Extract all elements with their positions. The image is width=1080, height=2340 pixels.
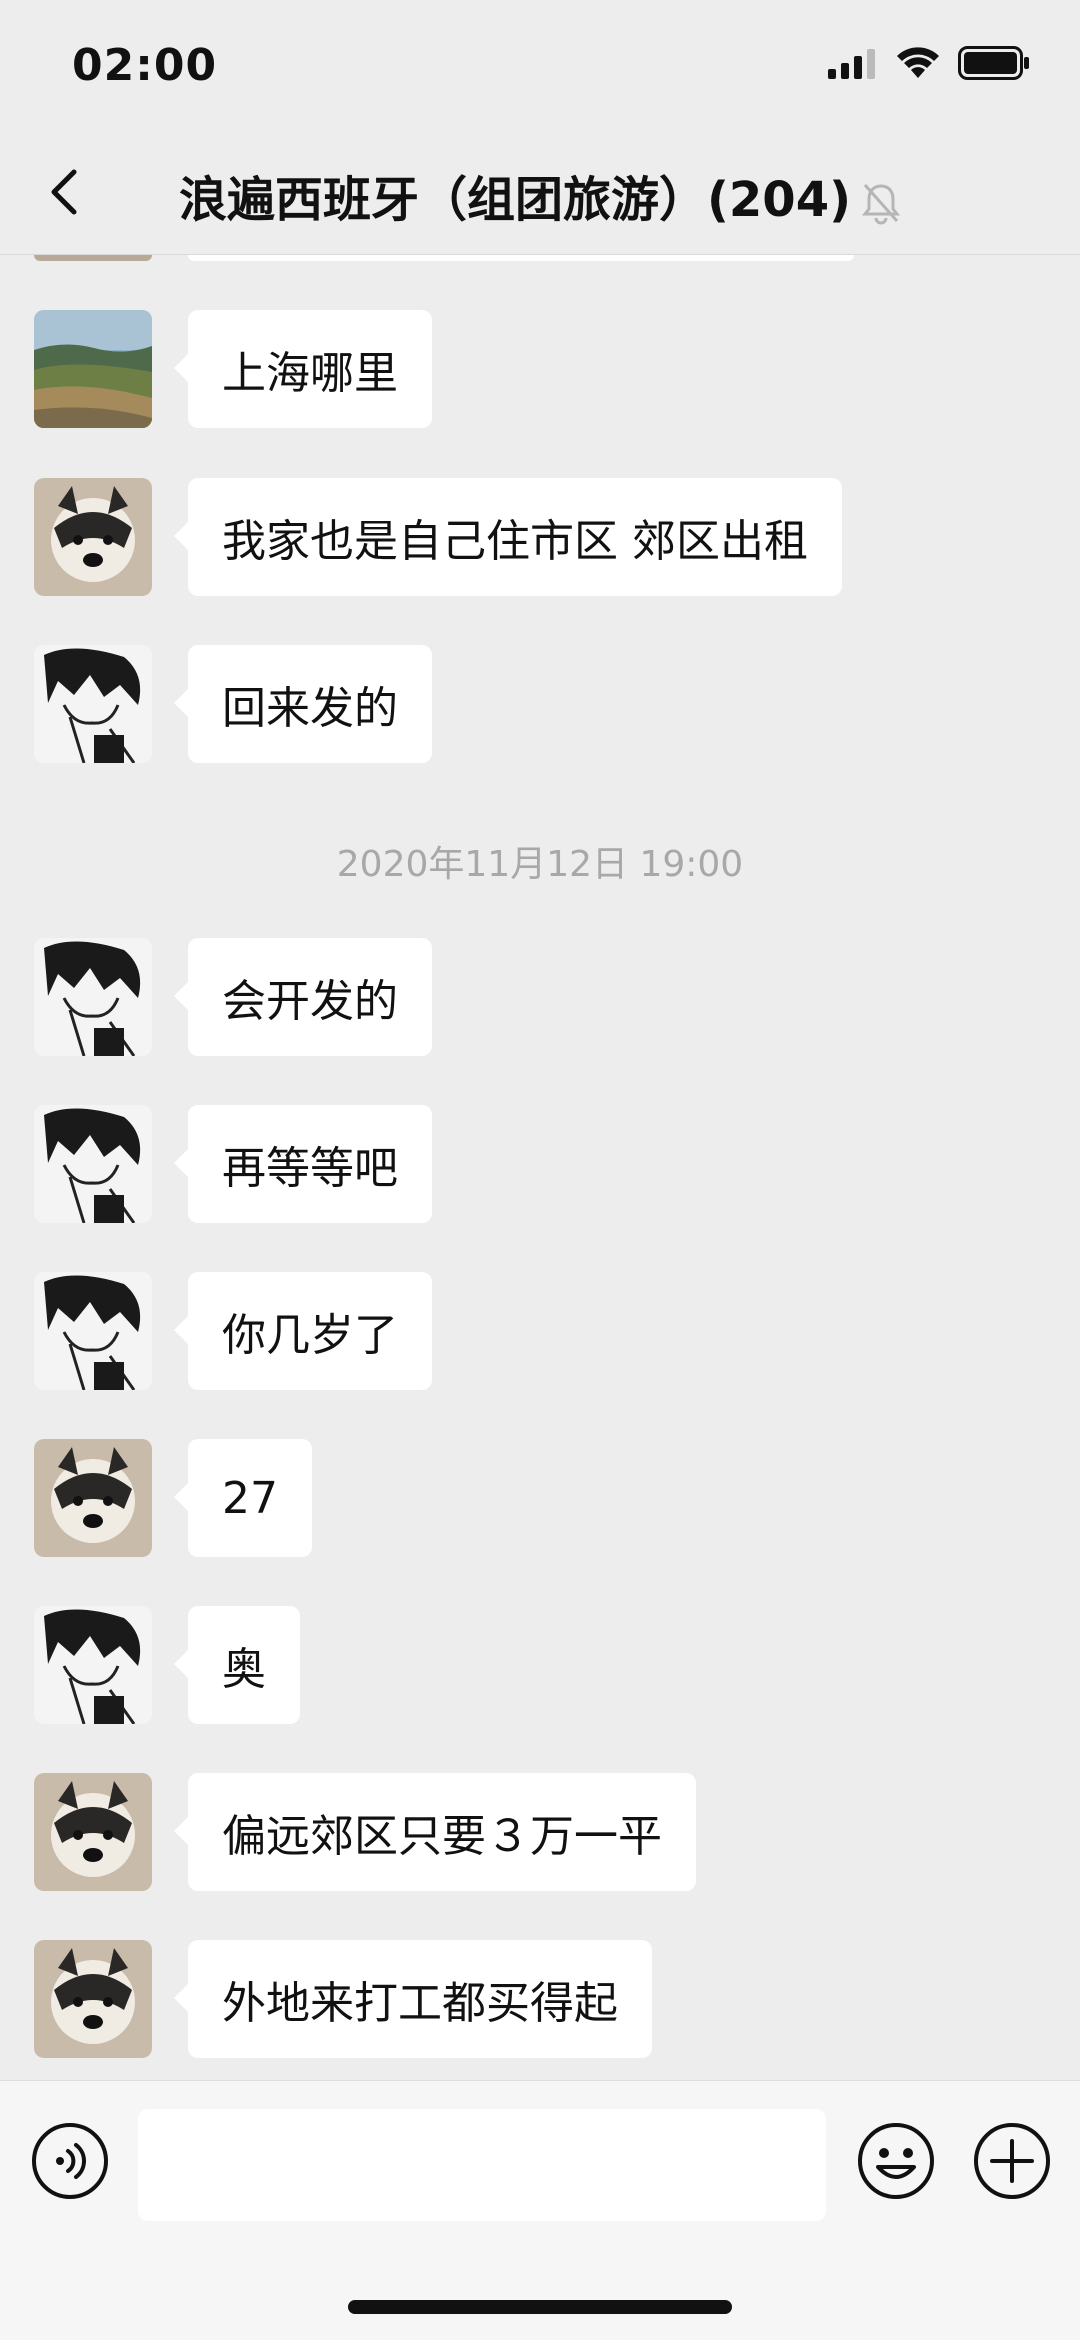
message-bubble[interactable]: 我家也是自己住市区 郊区出租 xyxy=(174,478,842,596)
message-row: 外地来打工都买得起 xyxy=(34,1940,652,2058)
message-text: 奥 xyxy=(222,1644,266,1695)
nav-bar: 浪遍西班牙（组团旅游）(204) xyxy=(0,130,1080,255)
message-row: 再等等吧 xyxy=(34,1105,432,1223)
battery-icon xyxy=(958,46,1029,80)
message-bubble[interactable]: 你几岁了 xyxy=(174,1272,432,1390)
status-time: 02:00 xyxy=(72,40,218,91)
avatar-manga[interactable] xyxy=(34,1105,152,1223)
chat-title-text: 浪遍西班牙（组团旅游）(204) xyxy=(178,172,852,228)
chat-messages[interactable]: 上海哪里 我家也是自己住市区 郊区出租 回来发的 2020年11月12日 19:… xyxy=(0,255,1080,2080)
message-bubble[interactable]: 上海哪里 xyxy=(174,310,432,428)
message-text: 会开发的 xyxy=(222,976,398,1027)
cellular-signal-icon xyxy=(828,49,875,79)
avatar-husky[interactable] xyxy=(34,1439,152,1557)
message-row: 会开发的 xyxy=(34,938,432,1056)
message-text: 再等等吧 xyxy=(222,1143,398,1194)
message-text: 我家也是自己住市区 郊区出租 xyxy=(222,516,808,567)
avatar-husky[interactable] xyxy=(34,1940,152,2058)
message-text: 你几岁了 xyxy=(222,1310,398,1361)
message-bubble[interactable]: 再等等吧 xyxy=(174,1105,432,1223)
message-text: 27 xyxy=(222,1472,278,1524)
avatar-manga[interactable] xyxy=(34,1606,152,1724)
avatar-manga[interactable] xyxy=(34,645,152,763)
avatar-husky[interactable] xyxy=(34,1773,152,1891)
avatar-manga[interactable] xyxy=(34,938,152,1056)
message-text: 外地来打工都买得起 xyxy=(222,1978,618,2029)
message-timestamp: 2020年11月12日 19:00 xyxy=(336,844,744,885)
status-icons xyxy=(828,46,1030,80)
message-row: 偏远郊区只要３万一平 xyxy=(34,1773,696,1891)
partial-avatar xyxy=(34,255,152,261)
message-row: 你几岁了 xyxy=(34,1272,432,1390)
message-row: 上海哪里 xyxy=(34,310,432,428)
home-indicator[interactable] xyxy=(348,2300,732,2314)
message-row: 我家也是自己住市区 郊区出租 xyxy=(34,478,842,596)
status-bar: 02:00 xyxy=(0,0,1080,130)
message-bubble[interactable]: 回来发的 xyxy=(174,645,432,763)
emoji-icon[interactable] xyxy=(856,2121,936,2201)
message-bubble[interactable]: 外地来打工都买得起 xyxy=(174,1940,652,2058)
message-bubble[interactable]: 偏远郊区只要３万一平 xyxy=(174,1773,696,1891)
avatar-manga[interactable] xyxy=(34,1272,152,1390)
message-row: 回来发的 xyxy=(34,645,432,763)
mute-bell-icon xyxy=(861,184,901,225)
add-more-icon[interactable] xyxy=(972,2121,1052,2201)
voice-input-icon[interactable] xyxy=(30,2121,110,2201)
message-bubble[interactable]: 27 xyxy=(174,1439,312,1557)
message-input[interactable] xyxy=(138,2109,826,2221)
message-row: 奥 xyxy=(34,1606,300,1724)
message-bubble[interactable]: 奥 xyxy=(174,1606,300,1724)
partial-message-bubble xyxy=(188,255,854,261)
message-row: 27 xyxy=(34,1439,312,1557)
avatar-husky[interactable] xyxy=(34,478,152,596)
message-text: 回来发的 xyxy=(222,683,398,734)
chat-title: 浪遍西班牙（组团旅游）(204) xyxy=(0,160,1080,230)
message-bubble[interactable]: 会开发的 xyxy=(174,938,432,1056)
avatar-landscape[interactable] xyxy=(34,310,152,428)
message-text: 上海哪里 xyxy=(222,348,398,399)
wifi-icon xyxy=(897,47,939,78)
message-text: 偏远郊区只要３万一平 xyxy=(222,1811,662,1862)
